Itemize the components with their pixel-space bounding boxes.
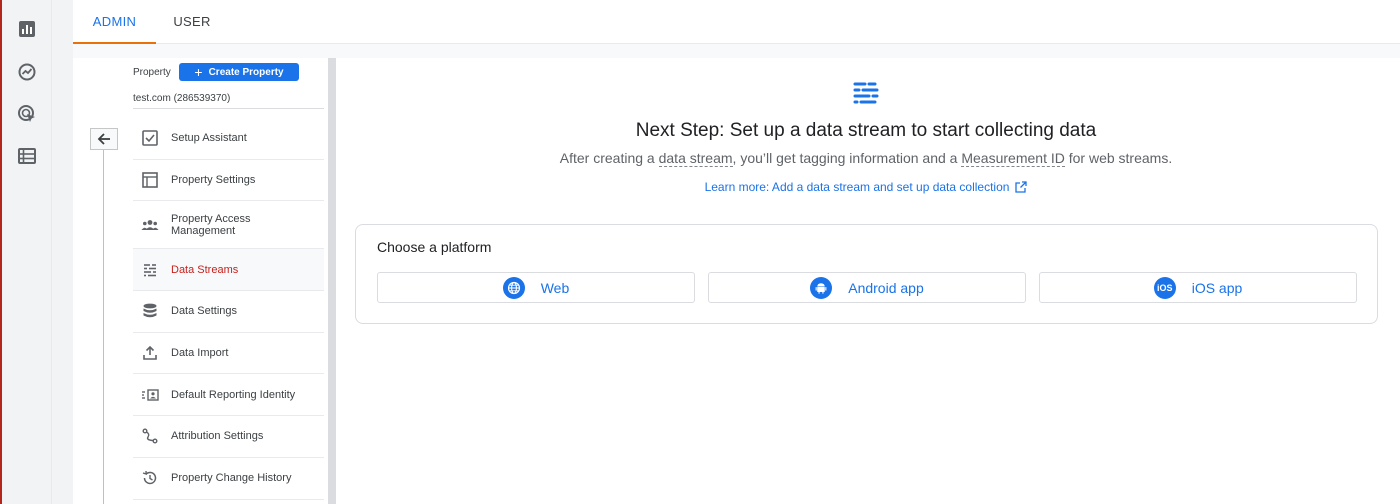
menu-item-property-change-history[interactable]: Property Change History	[133, 458, 324, 500]
menu-item-data-streams[interactable]: Data Streams	[133, 249, 324, 292]
left-nav-rail	[2, 0, 52, 504]
arrow-back-icon	[97, 133, 110, 145]
menu-item-label: Property Access Management	[171, 212, 251, 237]
header-band	[73, 44, 1400, 58]
platform-web-button[interactable]: Web	[377, 272, 695, 303]
people-icon	[141, 216, 159, 234]
plus-icon: +	[194, 64, 203, 80]
database-icon	[141, 302, 159, 320]
open-in-new-icon	[1015, 181, 1028, 193]
upload-icon	[141, 344, 159, 362]
menu-item-setup-assistant[interactable]: Setup Assistant	[133, 118, 324, 160]
choose-platform-card: Choose a platform Web Android app iOS iO…	[355, 224, 1378, 324]
create-property-button[interactable]: + Create Property	[179, 63, 299, 81]
menu-item-default-reporting-identity[interactable]: Default Reporting Identity	[133, 374, 324, 417]
configure-list-icon[interactable]	[17, 146, 37, 166]
data-streams-icon	[141, 261, 159, 279]
menu-item-label: Setup Assistant	[171, 132, 247, 145]
history-icon	[141, 469, 159, 487]
create-property-label: Create Property	[208, 66, 284, 78]
menu-item-attribution-settings[interactable]: Attribution Settings	[133, 416, 324, 458]
platform-android-button[interactable]: Android app	[708, 272, 1026, 303]
ios-icon: iOS	[1153, 276, 1176, 299]
menu-item-label: Default Reporting Identity	[171, 388, 296, 401]
measurement-id-term[interactable]: Measurement ID	[961, 150, 1065, 167]
subtitle-text: After creating a	[559, 150, 659, 166]
identity-icon	[141, 386, 159, 404]
divider	[133, 108, 324, 109]
menu-item-property-settings[interactable]: Property Settings	[133, 160, 324, 202]
property-menu: Setup Assistant Property Settings Proper…	[133, 118, 324, 500]
menu-item-label: Property Change History	[171, 472, 292, 485]
platform-ios-button[interactable]: iOS iOS app	[1039, 272, 1357, 303]
reports-bar-chart-icon[interactable]	[17, 19, 37, 39]
learn-more-label: Learn more: Add a data stream and set up…	[704, 180, 1010, 194]
learn-more-link[interactable]: Learn more: Add a data stream and set up…	[336, 180, 1396, 194]
explore-icon[interactable]	[17, 62, 37, 82]
back-button[interactable]	[90, 128, 118, 150]
choose-platform-title: Choose a platform	[377, 239, 492, 255]
globe-icon	[502, 276, 525, 299]
property-selector[interactable]: test.com (286539370)	[133, 93, 230, 104]
tab-user[interactable]: USER	[156, 0, 228, 44]
left-gutter	[52, 0, 73, 504]
menu-item-label: Data Import	[171, 347, 229, 360]
tree-line	[103, 150, 104, 504]
platform-label: iOS app	[1191, 279, 1243, 296]
data-stream-icon	[851, 78, 881, 108]
android-icon	[810, 276, 833, 299]
tab-admin[interactable]: ADMIN	[73, 0, 156, 44]
column-scrollbar[interactable]	[328, 58, 336, 504]
menu-item-label: Property Settings	[171, 174, 256, 187]
page-headline: Next Step: Set up a data stream to start…	[635, 120, 1097, 141]
subtitle-text: , you’ll get tagging information and a	[732, 150, 962, 166]
property-label: Property	[133, 67, 171, 78]
property-settings-icon	[141, 171, 159, 189]
menu-item-data-import[interactable]: Data Import	[133, 333, 324, 375]
menu-item-property-access-management[interactable]: Property Access Management	[133, 201, 324, 250]
main-content: Next Step: Set up a data stream to start…	[336, 58, 1400, 504]
menu-item-label: Data Streams	[171, 263, 239, 276]
page-subtitle: After creating a data stream, you’ll get…	[336, 150, 1396, 167]
platform-label: Web	[540, 279, 570, 296]
data-stream-term[interactable]: data stream	[658, 150, 733, 167]
checklist-icon	[141, 129, 159, 147]
advertising-cursor-icon[interactable]	[17, 104, 37, 124]
menu-item-label: Attribution Settings	[171, 430, 264, 443]
menu-item-data-settings[interactable]: Data Settings	[133, 291, 324, 333]
ios-badge-text: iOS	[1156, 282, 1173, 293]
platform-label: Android app	[848, 279, 924, 296]
menu-item-label: Data Settings	[171, 305, 238, 318]
subtitle-text: for web streams.	[1064, 150, 1173, 166]
admin-user-tabs: ADMIN USER	[73, 0, 1400, 44]
attribution-icon	[141, 427, 159, 445]
property-column: Property + Create Property test.com (286…	[73, 58, 328, 504]
